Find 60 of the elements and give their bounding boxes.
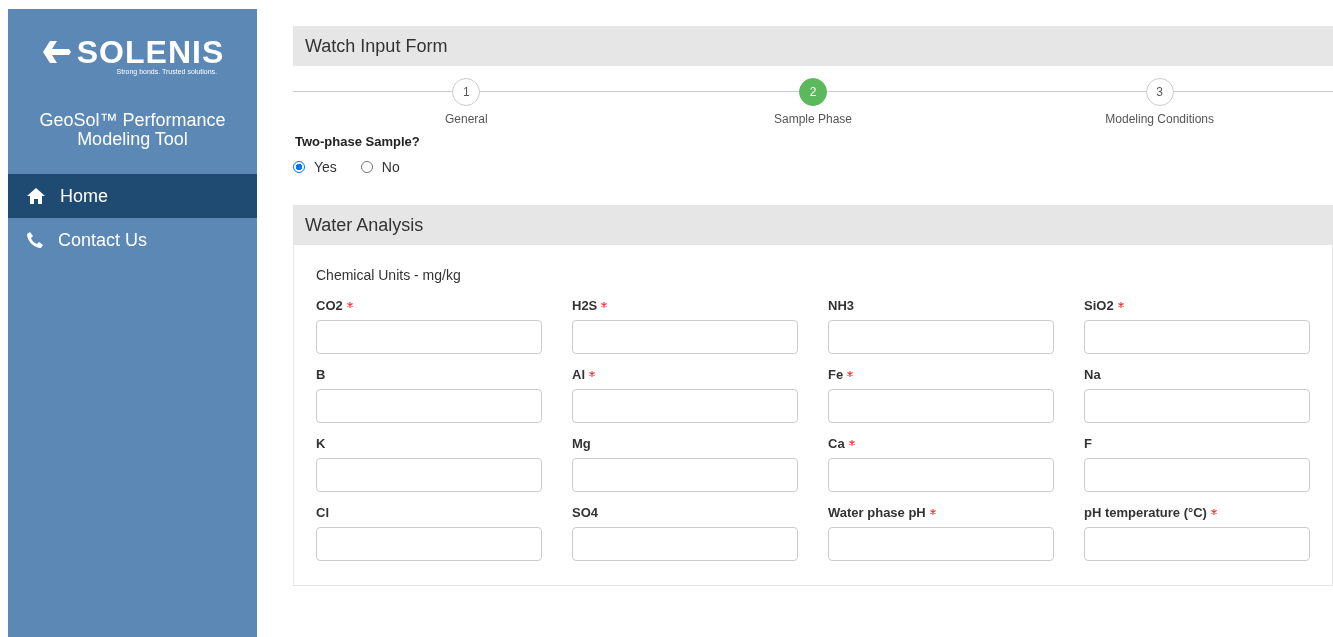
field-label: Na xyxy=(1084,366,1101,382)
input-field[interactable] xyxy=(316,527,542,561)
field-label: pH temperature (°C) xyxy=(1084,504,1207,520)
form-title-bar: Watch Input Form xyxy=(293,26,1333,66)
input-field[interactable] xyxy=(1084,320,1310,354)
input-field[interactable] xyxy=(1084,458,1310,492)
required-asterisk-icon xyxy=(929,509,936,515)
radio-label: No xyxy=(381,159,400,175)
required-asterisk-icon xyxy=(601,302,608,308)
field-label: SO4 xyxy=(572,504,598,520)
radio-label: Yes xyxy=(314,159,337,175)
input-field[interactable] xyxy=(828,458,1054,492)
required-asterisk-icon xyxy=(589,371,595,377)
nav-item[interactable]: Contact Us xyxy=(8,218,257,262)
input-field[interactable] xyxy=(572,389,798,423)
input-field[interactable] xyxy=(316,389,542,423)
nav-item[interactable]: Home xyxy=(8,174,257,218)
radio-button[interactable] xyxy=(360,161,373,173)
step-label: General xyxy=(444,112,488,126)
field-label: B xyxy=(316,366,326,382)
phone-icon xyxy=(26,231,44,249)
app-title: GeoSol™ Performance Modeling Tool xyxy=(38,111,227,149)
required-asterisk-icon xyxy=(847,371,854,377)
step-circle[interactable]: 3 xyxy=(1145,78,1174,106)
field-label: Mg xyxy=(572,435,591,451)
input-field[interactable] xyxy=(572,320,798,354)
field-label: Al xyxy=(572,366,585,382)
field-label: F xyxy=(1084,435,1092,451)
logo-wordmark: SOLENIS xyxy=(76,37,225,67)
step-label: Sample Phase xyxy=(773,112,852,126)
home-icon xyxy=(26,187,46,205)
field-label: NH3 xyxy=(828,297,854,313)
input-field[interactable] xyxy=(828,389,1054,423)
input-field[interactable] xyxy=(316,458,542,492)
required-asterisk-icon xyxy=(848,440,855,446)
input-field[interactable] xyxy=(828,527,1054,561)
field-label: K xyxy=(316,435,326,451)
required-asterisk-icon xyxy=(346,302,353,308)
logo-icon xyxy=(40,38,73,66)
field-label: Cl xyxy=(316,504,329,520)
input-field[interactable] xyxy=(572,458,798,492)
input-field[interactable] xyxy=(828,320,1054,354)
question-label: Two-phase Sample? xyxy=(295,134,421,149)
field-label: SiO2 xyxy=(1084,297,1114,313)
input-field[interactable] xyxy=(316,320,542,354)
step-circle[interactable]: 1 xyxy=(452,78,481,106)
required-asterisk-icon xyxy=(1117,302,1124,308)
required-asterisk-icon xyxy=(1210,509,1217,515)
radio-button[interactable] xyxy=(293,161,305,173)
units-label: Chemical Units - mg/kg xyxy=(316,267,462,283)
field-label: Ca xyxy=(828,435,845,451)
input-field[interactable] xyxy=(1084,389,1310,423)
field-label: Water phase pH xyxy=(828,504,926,520)
input-field[interactable] xyxy=(1084,527,1310,561)
input-field[interactable] xyxy=(572,527,798,561)
section-title-bar: Water Analysis xyxy=(293,205,1333,245)
field-label: Fe xyxy=(828,366,844,382)
step-label: Modeling Conditions xyxy=(1105,112,1214,126)
field-label: H2S xyxy=(572,297,598,313)
field-label: CO2 xyxy=(316,297,343,313)
